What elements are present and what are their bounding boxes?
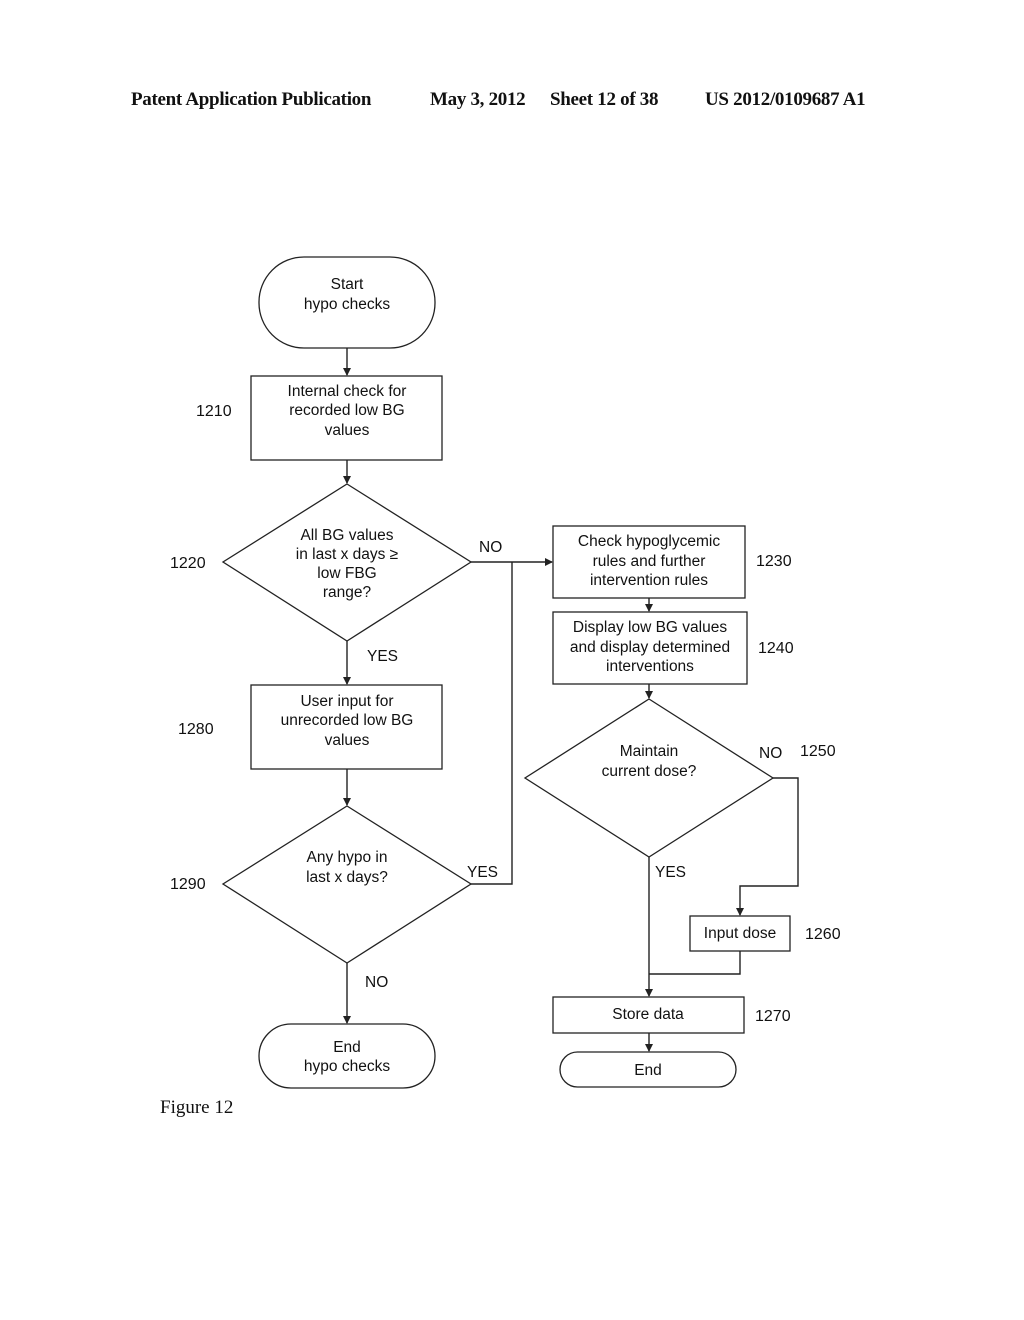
node-1290-line: last x days? xyxy=(306,869,388,886)
ref-1220: 1220 xyxy=(170,555,206,572)
label-1250-yes: YES xyxy=(655,864,686,881)
node-1260: Input dose 1260 xyxy=(689,915,841,952)
ref-1240: 1240 xyxy=(758,640,794,657)
label-1220-no: NO xyxy=(479,539,502,556)
node-end: End xyxy=(559,1051,737,1088)
node-1220: All BG values in last x days ≥ low FBG r… xyxy=(170,483,473,642)
node-1220-line: All BG values xyxy=(300,527,393,544)
node-1280-line: unrecorded low BG xyxy=(281,712,414,729)
node-1290: Any hypo in last x days? 1290 xyxy=(170,805,473,964)
label-1220-yes: YES xyxy=(367,648,398,665)
node-1210-line: Internal check for xyxy=(288,383,407,400)
ref-1210: 1210 xyxy=(196,403,232,420)
flowchart: Start hypo checks Internal check for rec… xyxy=(170,256,841,1089)
node-1220-line: range? xyxy=(323,584,372,601)
figure-label: Figure 12 xyxy=(160,1097,234,1118)
label-1290-no: NO xyxy=(365,974,388,991)
node-1280-line: User input for xyxy=(300,693,393,710)
node-1240-line: interventions xyxy=(606,658,694,675)
node-1290-line: Any hypo in xyxy=(307,849,388,866)
node-1280: User input for unrecorded low BG values … xyxy=(178,684,443,770)
ref-1250: 1250 xyxy=(800,743,836,760)
node-1210-line: recorded low BG xyxy=(289,402,404,419)
node-end-hypo-line: hypo checks xyxy=(304,1058,390,1075)
node-start-line: hypo checks xyxy=(304,296,390,313)
node-start-line: Start xyxy=(331,276,364,293)
node-1220-line: low FBG xyxy=(317,565,376,582)
node-1240-line: and display determined xyxy=(570,639,730,656)
node-1270-line: Store data xyxy=(612,1006,684,1023)
node-1230: Check hypoglycemic rules and further int… xyxy=(552,525,792,599)
ref-1260: 1260 xyxy=(805,926,841,943)
edge-1260-1270 xyxy=(649,951,741,975)
node-1230-line: intervention rules xyxy=(590,572,708,589)
node-start: Start hypo checks xyxy=(258,256,436,349)
node-1250-line: Maintain xyxy=(620,743,679,760)
ref-1280: 1280 xyxy=(178,721,214,738)
node-end-line: End xyxy=(634,1062,662,1079)
label-1290-yes: YES xyxy=(467,864,498,881)
node-1270: Store data 1270 xyxy=(552,996,791,1034)
node-1260-line: Input dose xyxy=(704,925,776,942)
node-1240-line: Display low BG values xyxy=(573,619,727,636)
node-1210-line: values xyxy=(325,422,370,439)
ref-1270: 1270 xyxy=(755,1008,791,1025)
node-1210: Internal check for recorded low BG value… xyxy=(196,375,443,461)
label-1250-no: NO xyxy=(759,745,782,762)
ref-1230: 1230 xyxy=(756,553,792,570)
node-1230-line: Check hypoglycemic xyxy=(578,533,720,550)
node-end-hypo-line: End xyxy=(333,1039,361,1056)
ref-1290: 1290 xyxy=(170,876,206,893)
node-1280-line: values xyxy=(325,732,370,749)
edge-1290-1230 xyxy=(471,562,513,885)
node-1220-line: in last x days ≥ xyxy=(296,546,399,563)
node-1250-line: current dose? xyxy=(602,763,697,780)
node-1240: Display low BG values and display determ… xyxy=(552,611,794,685)
edge-1250-1260 xyxy=(736,777,799,916)
node-1230-line: rules and further xyxy=(593,553,706,570)
node-end-hypo-checks: End hypo checks xyxy=(258,1023,436,1089)
